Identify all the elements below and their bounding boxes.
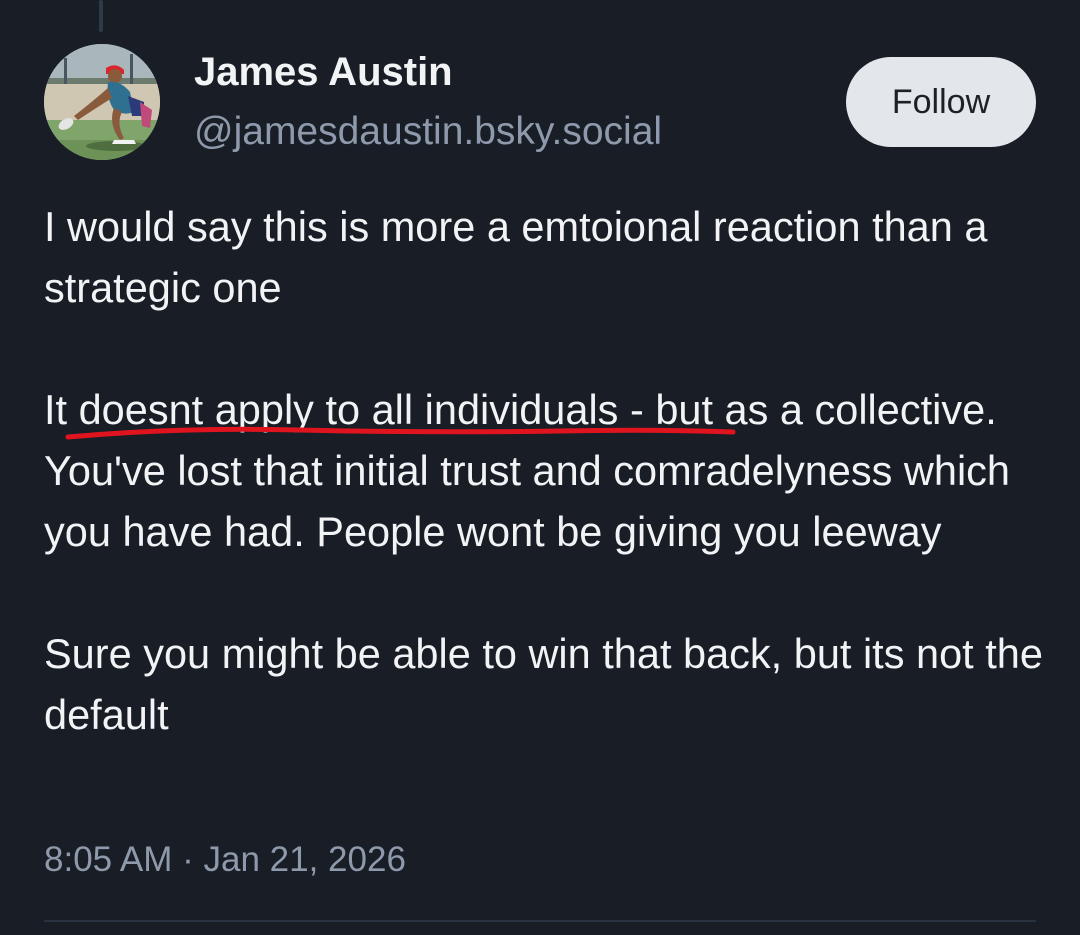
avatar[interactable] [44, 44, 160, 160]
post-paragraph: It doesnt apply to all individuals - but… [44, 379, 1044, 562]
avatar-photo [44, 44, 160, 160]
author-handle[interactable]: @jamesdaustin.bsky.social [194, 110, 662, 154]
divider [44, 920, 1036, 922]
post-paragraph: I would say this is more a emtoional rea… [44, 203, 988, 311]
follow-button[interactable]: Follow [846, 57, 1036, 147]
underlined-phrase: It doesnt apply to all individuals [44, 386, 619, 433]
post-timestamp[interactable]: 8:05 AM · Jan 21, 2026 [44, 840, 406, 880]
post-paragraph: Sure you might be able to win that back,… [44, 630, 1043, 738]
thread-connector-line [99, 0, 103, 32]
post-text: I would say this is more a emtoional rea… [44, 196, 1044, 745]
author-display-name[interactable]: James Austin [194, 50, 453, 95]
